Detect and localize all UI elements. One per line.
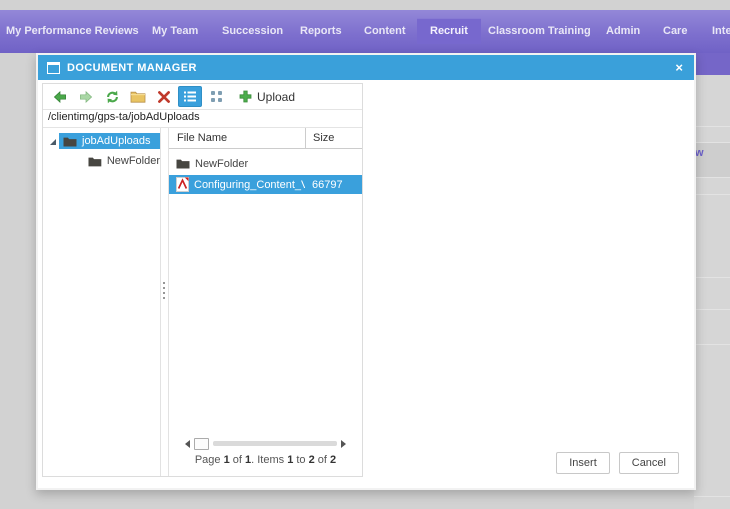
forward-icon[interactable]: [73, 86, 99, 108]
upload-label: Upload: [257, 89, 296, 104]
tree-node-selected[interactable]: jobAdUploads: [59, 133, 160, 149]
scrollbar-track[interactable]: [213, 441, 337, 446]
dialog-titlebar[interactable]: DOCUMENT MANAGER ×: [38, 55, 694, 80]
tree-expander-icon[interactable]: [50, 139, 56, 145]
nav-item-succession[interactable]: Succession: [222, 18, 283, 44]
folder-icon: [63, 137, 77, 146]
file-list-header: File Name Size: [169, 128, 362, 149]
panes-container: jobAdUploads NewFolder File Name Size Ne…: [43, 128, 362, 476]
delete-icon[interactable]: [151, 86, 177, 108]
tree-node-label: NewFolder: [106, 155, 160, 167]
cancel-button[interactable]: Cancel: [618, 452, 679, 474]
back-icon[interactable]: [47, 86, 73, 108]
list-view-icon[interactable]: [178, 86, 202, 107]
nav-item-admin[interactable]: Admin: [606, 18, 640, 44]
background-row: [694, 178, 730, 195]
footer-buttons: Insert Cancel: [556, 452, 679, 474]
background-row: [694, 278, 730, 310]
horizontal-scrollbar[interactable]: [185, 437, 346, 450]
refresh-icon[interactable]: [99, 86, 125, 108]
nav-item-my-performance-reviews[interactable]: My Performance Reviews: [6, 18, 139, 44]
background-row: [694, 127, 730, 143]
document-manager-dialog: DOCUMENT MANAGER × Upload /clientimg/gps…: [36, 53, 696, 490]
file-name: NewFolder: [195, 157, 249, 170]
insert-button[interactable]: Insert: [556, 452, 610, 474]
nav-item-my-team[interactable]: My Team: [152, 18, 198, 44]
background-row: [694, 345, 730, 497]
tree-node-newfolder[interactable]: NewFolder: [88, 155, 160, 167]
tree-node-label: jobAdUploads: [82, 135, 151, 147]
column-header-file-name[interactable]: File Name: [169, 132, 305, 144]
folder-icon: [176, 159, 190, 169]
upload-button[interactable]: Upload: [239, 90, 295, 104]
nav-item-classroom-training[interactable]: Classroom Training: [488, 18, 591, 44]
nav-item-inte-truncated[interactable]: Inte: [712, 18, 730, 44]
upload-plus-icon: [239, 90, 252, 103]
file-row-selected-pdf[interactable]: Configuring_Content_Vendo 66797: [169, 175, 362, 194]
nav-item-content[interactable]: Content: [364, 18, 406, 44]
background-row: [694, 310, 730, 345]
background-row: [694, 195, 730, 278]
file-name: Configuring_Content_Vendo: [194, 178, 305, 191]
dialog-title: DOCUMENT MANAGER: [67, 61, 197, 74]
pane-splitter[interactable]: [160, 128, 169, 476]
file-list: File Name Size NewFolder Configuring_Con…: [169, 128, 362, 476]
file-row-newfolder[interactable]: NewFolder: [169, 155, 362, 172]
folder-tree: jobAdUploads NewFolder: [43, 128, 160, 476]
background-row: [694, 75, 730, 127]
file-list-rows: NewFolder Configuring_Content_V 66797: [169, 149, 362, 437]
close-icon[interactable]: ×: [673, 61, 685, 74]
explorer-toolbar: Upload: [43, 84, 362, 110]
nav-item-recruit-active[interactable]: Recruit: [417, 18, 481, 44]
thumbnails-view-icon[interactable]: [203, 86, 229, 108]
nav-overflow-strip: [694, 53, 730, 75]
column-header-size[interactable]: Size: [305, 128, 362, 148]
scroll-left-icon[interactable]: [185, 439, 190, 448]
file-explorer-panel: Upload /clientimg/gps-ta/jobAdUploads jo…: [42, 83, 363, 477]
background-row: w: [694, 143, 730, 178]
scrollbar-thumb[interactable]: [194, 437, 209, 450]
tree-node-jobaduploads[interactable]: jobAdUploads: [43, 132, 160, 150]
nav-item-reports[interactable]: Reports: [300, 18, 342, 44]
background-page-strip: w: [694, 75, 730, 509]
address-bar[interactable]: /clientimg/gps-ta/jobAdUploads: [43, 110, 362, 128]
pdf-file-icon: [176, 177, 189, 192]
nav-item-care[interactable]: Care: [663, 18, 687, 44]
splitter-grip-icon: [163, 282, 165, 284]
scroll-right-icon[interactable]: [341, 439, 346, 448]
file-size: 66797: [312, 178, 343, 191]
new-folder-icon[interactable]: [125, 86, 151, 108]
window-icon: [47, 61, 60, 74]
top-nav-bar: My Performance Reviews My Team Successio…: [0, 10, 730, 53]
folder-icon: [88, 157, 102, 166]
dialog-body: Upload /clientimg/gps-ta/jobAdUploads jo…: [38, 80, 694, 488]
pager-status: Page 1 of 1. Items 1 to 2 of 2: [194, 454, 337, 466]
